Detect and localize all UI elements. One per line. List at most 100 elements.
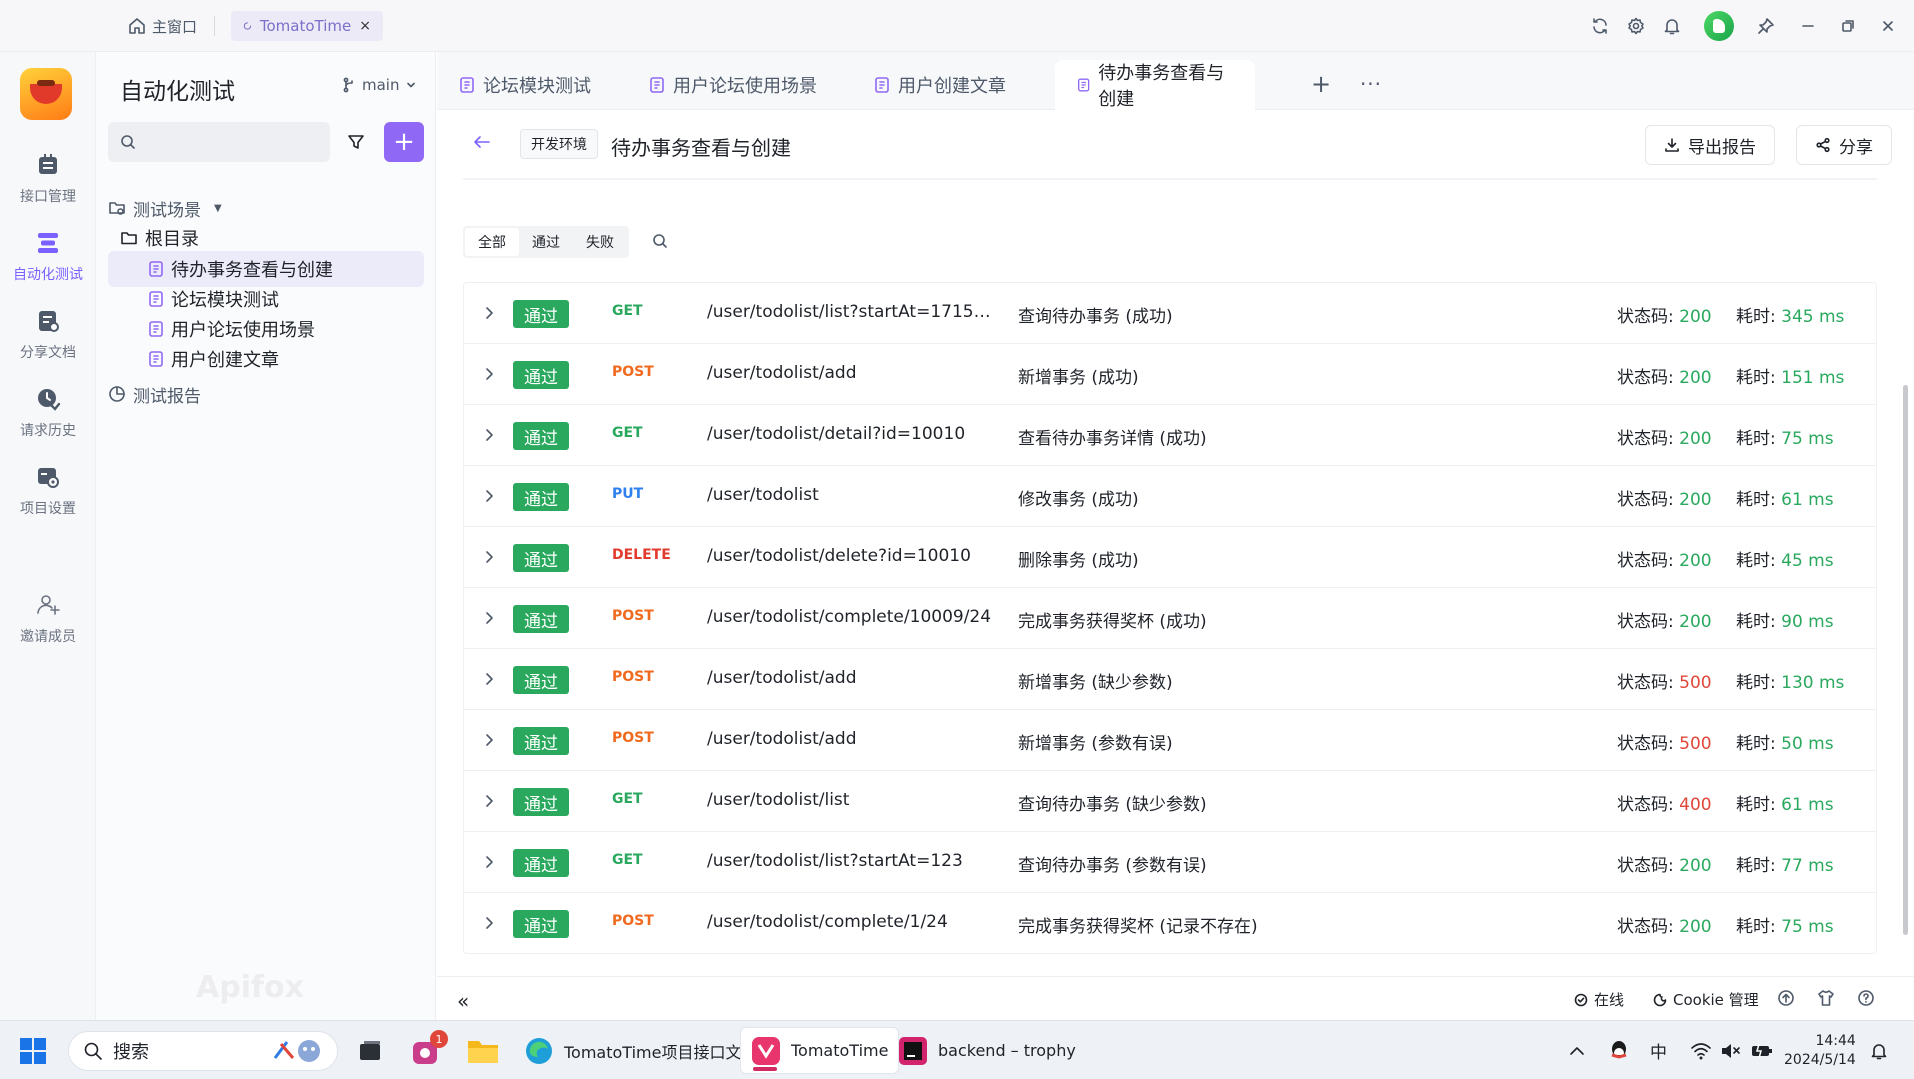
close-window-icon[interactable] [1870,8,1906,44]
ime-indicator[interactable]: 中 [1650,1021,1667,1079]
task-view-icon[interactable] [356,1021,384,1079]
status-code-value: 200 [1679,429,1712,449]
result-row[interactable]: 通过 POST/user/todolist/complete/10009/24 完成… [464,588,1876,649]
more-tabs-button[interactable]: ··· [1355,68,1387,100]
rail-item-automation-test[interactable]: 自动化测试 [0,230,96,284]
rail-item-history[interactable]: 请求历史 [0,386,96,440]
app-notification-icon[interactable]: 1 [410,1021,448,1079]
refresh-icon[interactable] [1582,8,1618,44]
chevron-right-icon[interactable] [480,731,498,749]
back-arrow-icon[interactable] [470,130,494,154]
clock-date: 2024/5/14 [1784,1052,1856,1068]
caret-down-icon: ▼ [214,202,222,214]
pin-icon[interactable] [1748,8,1784,44]
taskbar-search[interactable]: 搜索 [68,1031,338,1071]
elapsed-time-label: 耗时: [1736,795,1782,815]
settings-icon[interactable] [1618,8,1654,44]
filter-all[interactable]: 全部 [465,228,519,256]
filter-icon[interactable] [338,122,374,162]
tab-user-forum-scenario[interactable]: 用户论坛使用场景 [627,60,839,110]
status-badge: 通过 [513,788,569,816]
collapse-sidebar-button[interactable]: « [457,989,469,1013]
result-row[interactable]: 通过 POST/user/todolist/add 新增事务 (成功) 状态码: 20… [464,344,1876,405]
taskbar-app-edge[interactable]: TomatoTime项目接口文 [514,1027,751,1074]
chevron-right-icon[interactable] [480,548,498,566]
search-icon[interactable] [652,233,668,249]
status-badge: 通过 [513,544,569,572]
tab-forum-module-test[interactable]: 论坛模块测试 [437,60,613,110]
windows-start-icon[interactable] [20,1038,46,1064]
section-test-reports[interactable]: 测试报告 [108,376,424,412]
chevron-right-icon[interactable] [480,304,498,322]
wifi-icon[interactable] [1690,1021,1712,1079]
speaker-muted-icon[interactable] [1720,1021,1742,1079]
avatar[interactable] [1704,11,1734,41]
notification-bell-icon[interactable] [1870,1021,1888,1079]
help-icon[interactable] [1857,989,1875,1007]
tree-item-scenario[interactable]: 用户创建文章 [108,341,424,377]
environment-badge[interactable]: 开发环境 [520,129,598,159]
cookie-management[interactable]: Cookie 管理 [1653,989,1759,1010]
result-row[interactable]: 通过 DELETE/user/todolist/delete?id=10010 删除… [464,527,1876,588]
share-button[interactable]: 分享 [1796,125,1892,165]
bell-icon[interactable] [1654,8,1690,44]
rail-item-project-settings[interactable]: 项目设置 [0,464,96,518]
shirt-icon[interactable] [1817,989,1835,1007]
home-window-tab[interactable]: 主窗口 [128,12,197,40]
rail-item-share-doc[interactable]: 分享文档 [0,308,96,362]
tab-todo-view-create[interactable]: 待办事务查看与创建 [1055,60,1255,110]
upload-icon[interactable] [1777,989,1795,1007]
clock-time: 14:44 [1815,1033,1856,1049]
add-scenario-button[interactable]: + [384,122,424,162]
scenario-search-input[interactable] [144,133,324,151]
restore-icon[interactable] [1830,8,1866,44]
chevron-right-icon[interactable] [480,365,498,383]
app-window-tab[interactable]: TomatoTime × [231,11,383,41]
new-tab-button[interactable]: + [1305,68,1337,100]
tab-user-create-article[interactable]: 用户创建文章 [852,60,1028,110]
filter-passed[interactable]: 通过 [519,228,573,256]
result-row[interactable]: 通过 POST/user/todolist/add 新增事务 (参数有误) 状态码: … [464,710,1876,771]
chevron-right-icon[interactable] [480,487,498,505]
chevron-right-icon[interactable] [480,670,498,688]
chevron-right-icon[interactable] [480,426,498,444]
status-code-label: 状态码: [1617,307,1680,327]
taskbar-clock[interactable]: 14:44 2024/5/14 [1784,1032,1856,1070]
chevron-right-icon[interactable] [480,792,498,810]
result-row[interactable]: 通过 GET/user/todolist/detail?id=10010 查看待办事… [464,405,1876,466]
rail-item-invite-member[interactable]: 邀请成员 [0,592,96,646]
result-row[interactable]: 通过 GET/user/todolist/list?startAt=123 查询待办… [464,832,1876,893]
result-row[interactable]: 通过 GET/user/todolist/list 查询待办事务 (缺少参数) 状态码… [464,771,1876,832]
project-settings-icon [38,468,59,488]
result-row[interactable]: 通过 POST/user/todolist/add 新增事务 (缺少参数) 状态码: … [464,649,1876,710]
branch-selector[interactable]: main [342,76,417,94]
tray-overflow-icon[interactable] [1568,1021,1586,1079]
chevron-right-icon[interactable] [480,609,498,627]
filter-failed[interactable]: 失败 [573,228,627,256]
minimize-icon[interactable] [1790,8,1826,44]
scenario-search[interactable] [108,122,330,162]
elapsed-time-label: 耗时: [1736,734,1782,754]
status-code-value: 200 [1679,368,1712,388]
online-status[interactable]: 在线 [1574,989,1624,1010]
battery-icon[interactable] [1750,1021,1774,1079]
taskbar-app-intellij[interactable]: backend – trophy [888,1027,1086,1074]
tray-qq-icon[interactable] [1608,1021,1630,1079]
automation-test-icon [38,233,58,253]
chevron-right-icon[interactable] [480,853,498,871]
chevron-right-icon[interactable] [480,914,498,932]
result-row[interactable]: 通过 POST/user/todolist/complete/1/24 完成事务获得… [464,893,1876,954]
app-window-close-icon[interactable]: × [359,18,371,34]
result-row[interactable]: 通过 GET/user/todolist/list?startAt=1715399… [464,283,1876,344]
elapsed-time: 耗时: 151 ms [1736,363,1844,388]
result-list: 通过 GET/user/todolist/list?startAt=1715399… [463,282,1877,954]
result-row[interactable]: 通过 PUT/user/todolist 修改事务 (成功) 状态码: 200 耗时: … [464,466,1876,527]
file-explorer-icon[interactable] [466,1021,500,1079]
rail-item-api-management[interactable]: 接口管理 [0,152,96,206]
export-report-button[interactable]: 导出报告 [1645,125,1775,165]
elapsed-time: 耗时: 61 ms [1736,485,1834,510]
scrollbar[interactable] [1903,385,1908,935]
status-bar: « 在线 Cookie 管理 [437,976,1914,1020]
status-code-value: 200 [1679,307,1712,327]
taskbar-app-tomatotime[interactable]: TomatoTime [740,1027,900,1074]
